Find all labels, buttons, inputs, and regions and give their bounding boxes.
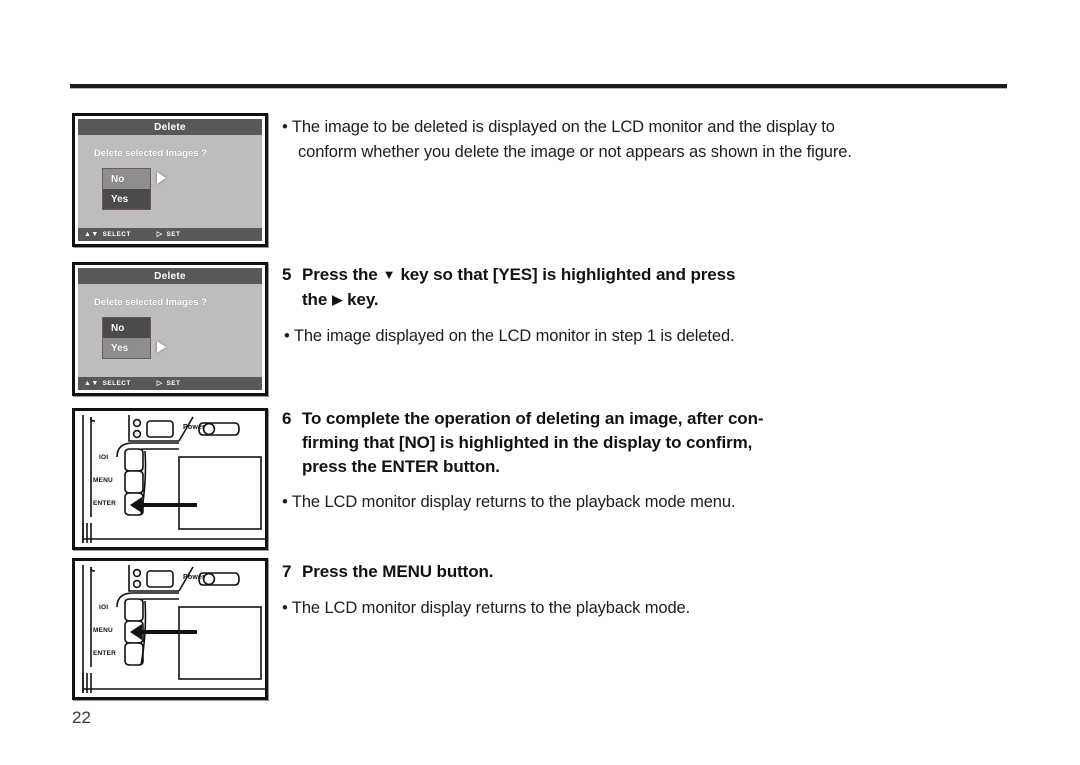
lcd-option-no[interactable]: No [103,318,150,338]
step-6-heading-line-2: firming that [NO] is highlighted in the … [302,433,753,452]
right-arrow-icon: ▷ [156,231,163,238]
lcd-screen: Delete Delete selected Images ? No Yes ▲… [72,262,268,396]
step-6-bullet-line-1: • The LCD monitor display returns to the… [282,493,736,511]
step-5-block: 5 Press the ▼ key so that [YES] is highligh… [282,263,735,345]
camera-power-label: Power [183,424,206,431]
camera-back-illustration: Power IOI MENU ENTER [72,408,268,550]
step-7-bullet: • The LCD monitor display returns to the… [282,596,690,621]
lcd-hint-select-label: SELECT [102,380,131,387]
camera-button-label-menu: MENU [93,627,113,634]
pointer-arrow-to-enter-icon [130,497,197,513]
camera-button-label-enter: ENTER [93,500,117,507]
lcd-question-text: Delete selected Images ? [94,297,207,308]
camera-back-illustration: Power IOI MENU ENTER [72,558,268,700]
camera-power-label: Power [183,574,206,581]
lcd-hint-select-label: SELECT [102,231,131,238]
lcd-hint-select: ▲▼ SELECT [84,231,131,238]
camera-figure-step7: Power IOI MENU ENTER [72,558,268,700]
right-arrow-cursor-icon [157,341,166,353]
right-arrow-icon: ▷ [156,380,163,387]
step-5-head-c: the [302,290,328,309]
right-arrow-key-icon: ▶ [332,292,343,307]
lcd-question-text: Delete selected Images ? [94,148,207,159]
step-5-heading-line-2: the ▶ key. [282,288,735,313]
step-7-number: 7 [282,562,292,581]
step-5-bullet: • The image displayed on the LCD monitor… [284,324,737,349]
step-7-heading: 7 Press the MENU button. [282,560,690,584]
step-5-heading: 5 Press the ▼ key so that [YES] is highligh… [282,263,735,313]
step-7-block: 7 Press the MENU button. • The LCD monito… [282,560,690,617]
header-rule [70,84,1007,88]
step-5-head-a: Press the [302,265,378,284]
lcd-hint-set-label: SET [166,231,181,238]
camera-button-label-menu: MENU [93,477,113,484]
down-arrow-key-icon: ▼ [382,267,396,282]
lcd-title: Delete [78,119,262,135]
intro-bullet-line-2: conform whether you delete the image or … [298,143,852,161]
lcd-title: Delete [78,268,262,284]
step-6-head-line-1-text: To complete the operation of deleting an… [302,409,764,428]
pointer-arrow-to-menu-icon [130,624,197,640]
step-5-number: 5 [282,265,292,284]
intro-bullet-paragraph: • The image to be deleted is displayed o… [282,115,852,165]
step-6-heading-line-1: 6 To complete the operation of deleting a… [282,407,764,431]
lcd-hint-set: ▷ SET [157,231,181,238]
step-6-number: 6 [282,409,292,428]
camera-button-label-ioi: IOI [99,604,109,611]
page-number: 22 [72,708,91,727]
lcd-hint-set: ▷ SET [157,380,181,387]
step-7-bullet-line-1: • The LCD monitor display returns to the… [282,599,691,617]
lcd-option-no[interactable]: No [103,169,150,189]
lcd-option-yes[interactable]: Yes [103,189,150,209]
step-6-heading: 6 To complete the operation of deleting a… [282,407,764,479]
camera-button-label-enter: ENTER [93,650,117,657]
step-5-head-b: key so that [YES] is highlighted and pre… [400,265,736,284]
camera-button-label-ioi: IOI [99,454,109,461]
right-arrow-cursor-icon [157,172,166,184]
lcd-figure-step5: Delete Delete selected Images ? No Yes ▲… [72,262,268,396]
intro-bullet-line-1: • The image to be deleted is displayed o… [282,118,835,136]
lcd-hint-select: ▲▼ SELECT [84,380,131,387]
step-5-bullet-line-1: • The image displayed on the LCD monitor… [284,327,735,345]
lcd-figure-step4: Delete Delete selected Images ? No Yes ▲… [72,113,268,247]
step-6-heading-line-3: press the ENTER button. [302,457,500,476]
lcd-option-list: No Yes [102,317,151,359]
lcd-option-yes[interactable]: Yes [103,338,150,358]
up-down-arrow-icon: ▲▼ [84,231,99,238]
step-7-head-line-1-text: Press the MENU button. [302,562,494,581]
up-down-arrow-icon: ▲▼ [84,380,99,387]
step-6-bullet: • The LCD monitor display returns to the… [282,490,763,515]
step-5-heading-line-1: 5 Press the ▼ key so that [YES] is highligh… [282,263,735,288]
camera-figure-step6: Power IOI MENU ENTER [72,408,268,550]
step-7-heading-line-1: 7 Press the MENU button. [282,560,690,584]
lcd-hint-set-label: SET [166,380,181,387]
lcd-screen: Delete Delete selected Images ? No Yes ▲… [72,113,268,247]
step-5-head-d: key. [347,290,379,309]
lcd-footer-bar: ▲▼ SELECT ▷ SET [78,377,262,390]
step-6-block: 6 To complete the operation of deleting a… [282,407,764,511]
lcd-footer-bar: ▲▼ SELECT ▷ SET [78,228,262,241]
lcd-option-list: No Yes [102,168,151,210]
